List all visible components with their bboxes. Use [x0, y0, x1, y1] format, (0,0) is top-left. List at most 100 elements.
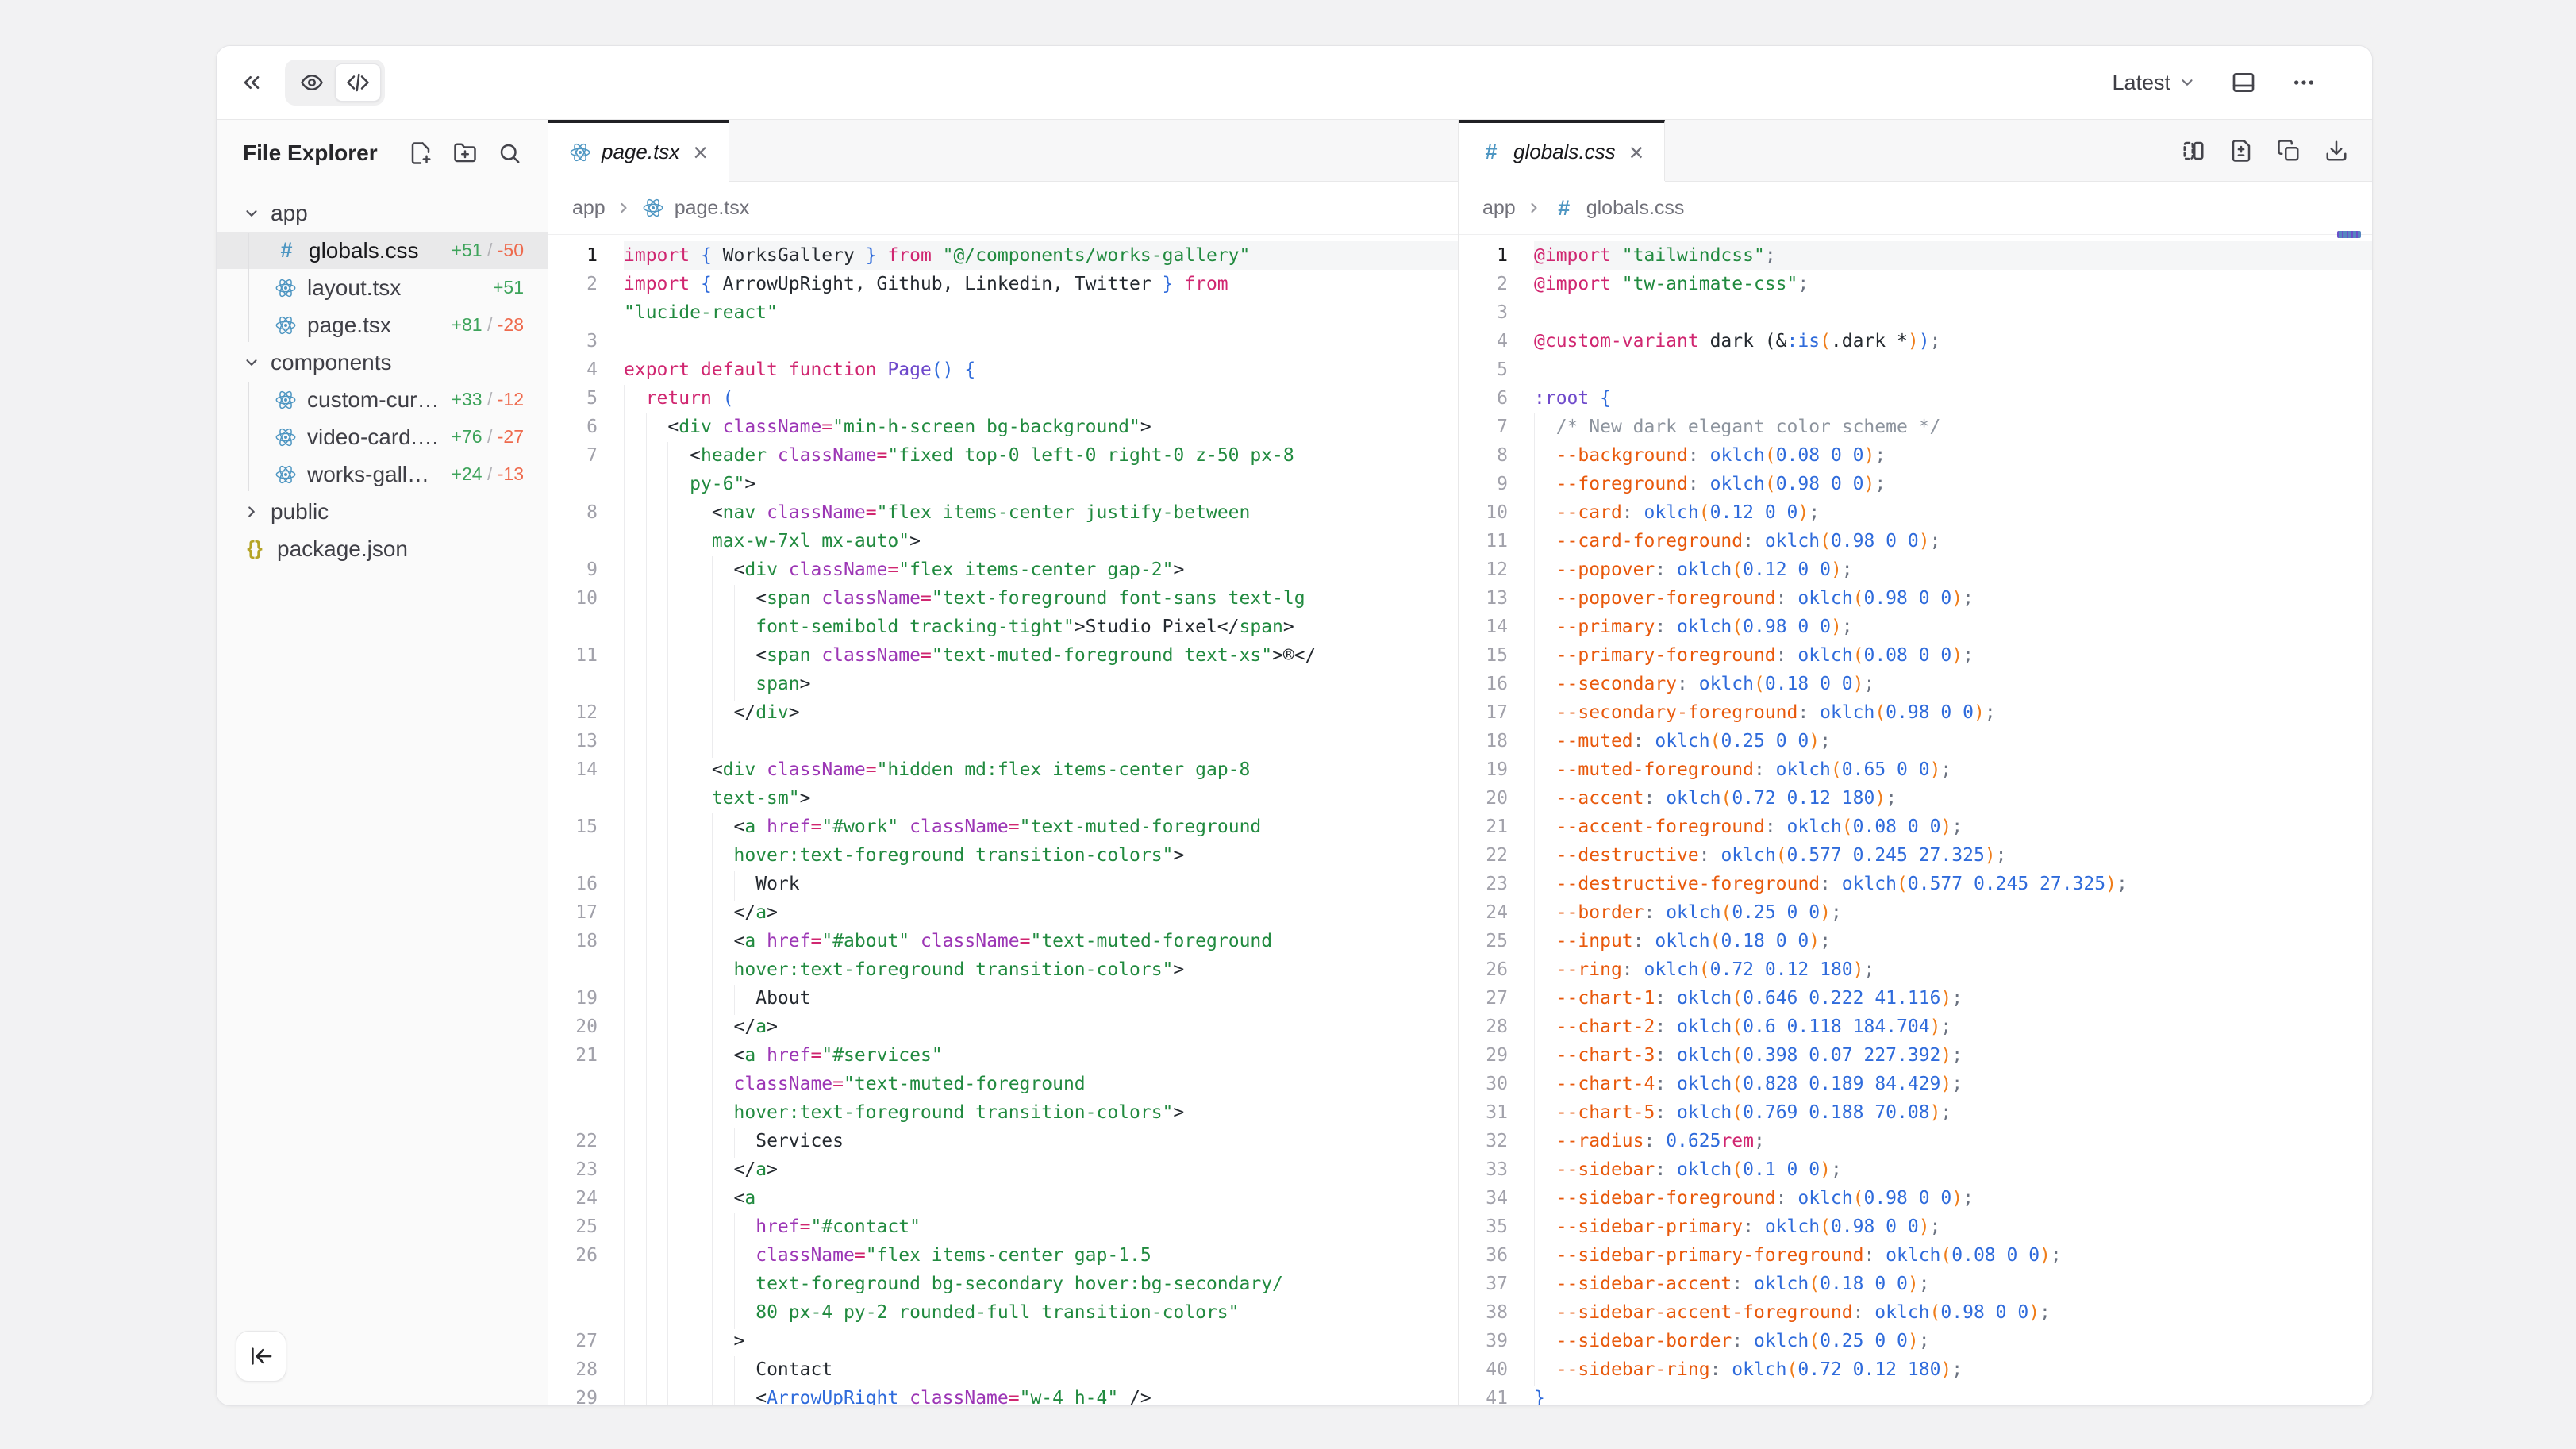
code-row: 33 --sidebar: oklch(0.1 0 0);: [1459, 1155, 2372, 1184]
tree-file-custom-curs[interactable]: custom-curs…+33 / -12: [217, 381, 548, 418]
code-line: --sidebar-primary-foreground: oklch(0.08…: [1534, 1241, 2372, 1270]
close-tab-icon[interactable]: ×: [1629, 140, 1644, 165]
copy-code-button[interactable]: [2277, 139, 2301, 163]
tree-file-layout.tsx[interactable]: layout.tsx+51: [217, 269, 548, 306]
view-diff-button[interactable]: [2229, 139, 2253, 163]
code-line: --sidebar-foreground: oklch(0.98 0 0);: [1534, 1184, 2372, 1213]
tab-page-tsx[interactable]: page.tsx ×: [548, 120, 729, 181]
code-row: 17 </a>: [548, 898, 1458, 927]
diff-stats: +51 / -50: [452, 240, 524, 261]
code-row: 28 Contact: [548, 1355, 1458, 1384]
code-line: import { ArrowUpRight, Github, Linkedin,…: [624, 270, 1458, 298]
line-number: [548, 527, 598, 555]
code-line: href="#contact": [624, 1213, 1458, 1241]
file-tree: app#globals.css+51 / -50layout.tsx+51pag…: [217, 194, 548, 567]
line-number: [548, 955, 598, 984]
tree-item-label: works-galler…: [307, 462, 441, 487]
code-line: --muted: oklch(0.25 0 0);: [1534, 727, 2372, 755]
close-tab-icon[interactable]: ×: [693, 140, 708, 165]
tree-file-video-card.tsx[interactable]: video-card.tsx+76 / -27: [217, 418, 548, 455]
code-row: 4export default function Page() {: [548, 356, 1458, 384]
preview-toggle-button[interactable]: [289, 63, 335, 102]
code-line: --sidebar-primary: oklch(0.98 0 0);: [1534, 1213, 2372, 1241]
code-row: 2 @import "tw-animate-css";: [1459, 270, 2372, 298]
download-code-button[interactable]: [2324, 139, 2348, 163]
line-number: 25: [548, 1213, 598, 1241]
line-number: 29: [548, 1384, 598, 1405]
code-row: 11 <span className="text-muted-foregroun…: [548, 641, 1458, 670]
tree-file-page.tsx[interactable]: page.tsx+81 / -28: [217, 306, 548, 344]
line-number: [548, 841, 598, 870]
version-dropdown[interactable]: Latest: [2112, 71, 2196, 95]
code-line: --destructive-foreground: oklch(0.577 0.…: [1534, 870, 2372, 898]
code-line: [624, 727, 1458, 755]
breadcrumb-folder: app: [572, 197, 606, 220]
code-row: 8 --background: oklch(0.08 0 0);: [1459, 441, 2372, 470]
code-row: 29 <ArrowUpRight className="w-4 h-4" />: [548, 1384, 1458, 1405]
code-line: --popover: oklch(0.12 0 0);: [1534, 555, 2372, 584]
line-number: 9: [1459, 470, 1508, 498]
line-number: 12: [548, 698, 598, 727]
new-file-button[interactable]: [409, 141, 433, 165]
collapse-sidebar-button[interactable]: [236, 1331, 286, 1382]
collapse-panel-button[interactable]: [239, 70, 264, 95]
tree-folder-app[interactable]: app: [217, 194, 548, 232]
search-files-button[interactable]: [498, 141, 521, 165]
line-number: 5: [1459, 356, 1508, 384]
tree-file-works-galler[interactable]: works-galler…+24 / -13: [217, 455, 548, 493]
tree-file-package.json[interactable]: {}package.json: [217, 530, 548, 567]
line-number: 16: [548, 870, 598, 898]
bottom-panel-button[interactable]: [2231, 70, 2256, 95]
code-row: 28 --chart-2: oklch(0.6 0.118 184.704);: [1459, 1013, 2372, 1041]
line-number: 13: [1459, 584, 1508, 613]
code-row: 34 --sidebar-foreground: oklch(0.98 0 0)…: [1459, 1184, 2372, 1213]
line-number: 18: [1459, 727, 1508, 755]
view-toggle: [285, 60, 385, 106]
code-line: --card-foreground: oklch(0.98 0 0);: [1534, 527, 2372, 555]
tree-file-globals.css[interactable]: #globals.css+51 / -50: [217, 232, 548, 269]
line-number: 31: [1459, 1098, 1508, 1127]
code-line: <nav className="flex items-center justif…: [624, 498, 1458, 527]
code-line: --primary-foreground: oklch(0.08 0 0);: [1534, 641, 2372, 670]
code-line: <span className="text-foreground font-sa…: [624, 584, 1458, 613]
code-line: </a>: [624, 1155, 1458, 1184]
tree-item-label: package.json: [277, 536, 408, 562]
breadcrumb: app # globals.css: [1459, 182, 2372, 235]
tab-globals-css[interactable]: # globals.css ×: [1459, 120, 1665, 181]
chevron-right-icon: [243, 503, 260, 521]
code-row: 80 px-4 py-2 rounded-full transition-col…: [548, 1298, 1458, 1327]
tree-folder-public[interactable]: public: [217, 493, 548, 530]
code-row: font-semibold tracking-tight">Studio Pix…: [548, 613, 1458, 641]
code-line: @import "tw-animate-css";: [1534, 270, 2372, 298]
code-line: --secondary-foreground: oklch(0.98 0 0);: [1534, 698, 2372, 727]
line-number: 10: [1459, 498, 1508, 527]
line-number: 11: [1459, 527, 1508, 555]
code-line: About: [624, 984, 1458, 1013]
code-row: 2import { ArrowUpRight, Github, Linkedin…: [548, 270, 1458, 298]
code-line: </a>: [624, 1013, 1458, 1041]
panel-bottom-icon: [2231, 70, 2256, 95]
code-row: 20 </a>: [548, 1013, 1458, 1041]
split-view-button[interactable]: [2182, 139, 2205, 163]
panel-split-icon: [2182, 139, 2205, 163]
code-row: 24 <a: [548, 1184, 1458, 1213]
code-line: "lucide-react": [624, 298, 1458, 327]
code-row: 5 return (: [548, 384, 1458, 413]
new-folder-button[interactable]: [453, 141, 477, 165]
tab-label: page.tsx: [602, 140, 679, 164]
code-line: max-w-7xl mx-auto">: [624, 527, 1458, 555]
code-editor-globals-css[interactable]: 1@import "tailwindcss";2@import "tw-anim…: [1459, 235, 2372, 1405]
code-line: --accent-foreground: oklch(0.08 0 0);: [1534, 813, 2372, 841]
code-line: hover:text-foreground transition-colors"…: [624, 841, 1458, 870]
code-line: --chart-1: oklch(0.646 0.222 41.116);: [1534, 984, 2372, 1013]
code-editor-page-tsx[interactable]: 1import { WorksGallery } from "@/compone…: [548, 235, 1458, 1405]
breadcrumb-file: globals.css: [1586, 197, 1685, 220]
tree-folder-components[interactable]: components: [217, 344, 548, 381]
code-line: <span className="text-muted-foreground t…: [624, 641, 1458, 670]
code-row: 14 <div className="hidden md:flex items-…: [548, 755, 1458, 784]
version-label: Latest: [2112, 71, 2170, 95]
more-options-button[interactable]: [2291, 70, 2316, 95]
line-number: 2: [1459, 270, 1508, 298]
code-toggle-button[interactable]: [335, 63, 381, 102]
code-row: 23 --destructive-foreground: oklch(0.577…: [1459, 870, 2372, 898]
